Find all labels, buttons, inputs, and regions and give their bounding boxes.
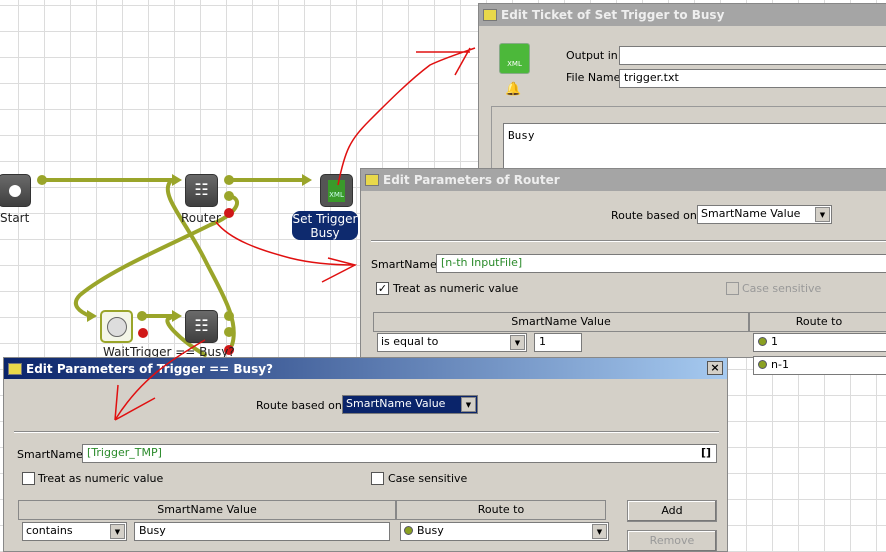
- value-field[interactable]: Busy: [134, 522, 390, 541]
- treat-numeric-label: Treat as numeric value: [393, 282, 519, 295]
- column-header-value: SmartName Value: [18, 500, 396, 520]
- file-name-field[interactable]: trigger.txt: [619, 69, 886, 88]
- case-sensitive-checkbox[interactable]: [726, 282, 739, 295]
- output-in-label: Output in:: [566, 49, 622, 62]
- route-based-on-select[interactable]: SmartName Value ▼: [342, 395, 478, 414]
- set-trigger-node[interactable]: XML: [320, 174, 353, 207]
- column-header-route: Route to: [749, 312, 886, 332]
- route-based-on-label: Route based on:: [256, 399, 346, 412]
- clock-icon: [106, 317, 127, 337]
- operator-select[interactable]: is equal to ▼: [377, 333, 527, 352]
- edit-router-dialog: Edit Parameters of Router Route based on…: [360, 168, 886, 375]
- treat-numeric-label: Treat as numeric value: [38, 472, 164, 485]
- smartname-label: SmartName:: [17, 448, 87, 461]
- connector-dot-icon: [758, 360, 767, 369]
- wait-node[interactable]: [100, 310, 133, 343]
- smartname-picker-button[interactable]: []: [701, 446, 711, 459]
- ticket-titlebar[interactable]: Edit Ticket of Set Trigger to Busy: [479, 4, 886, 26]
- dialog-icon: [8, 362, 22, 375]
- router-node[interactable]: ☷: [185, 174, 218, 207]
- edit-trigger-dialog: Edit Parameters of Trigger == Busy? × Ro…: [3, 357, 728, 552]
- start-node[interactable]: [0, 174, 31, 207]
- output-in-field[interactable]: [619, 46, 886, 65]
- route-based-on-select[interactable]: SmartName Value ▼: [697, 205, 832, 224]
- column-header-route: Route to: [396, 500, 606, 520]
- connector-dot-icon: [404, 526, 413, 535]
- trigger-titlebar[interactable]: Edit Parameters of Trigger == Busy?: [4, 358, 727, 379]
- smartname-field[interactable]: [n-th InputFile]: [436, 254, 886, 273]
- xml-icon: XML: [328, 180, 345, 202]
- router-icon: ☷: [194, 180, 209, 199]
- route-to-select[interactable]: Busy ▼: [400, 522, 609, 541]
- router-label: Router: [181, 211, 221, 225]
- start-label: Start: [0, 211, 30, 225]
- smartname-field[interactable]: [Trigger_TMP][]: [82, 444, 717, 463]
- treat-numeric-checkbox[interactable]: [22, 472, 35, 485]
- chevron-down-icon: ▼: [461, 397, 476, 412]
- column-header-value: SmartName Value: [373, 312, 749, 332]
- route-based-on-label: Route based on:: [611, 209, 701, 222]
- case-sensitive-label: Case sensitive: [742, 282, 822, 295]
- bell-icon: 🔔: [505, 82, 522, 97]
- remove-button[interactable]: Remove: [627, 530, 717, 552]
- route-to-n-1[interactable]: n-1: [753, 356, 886, 375]
- chevron-down-icon: ▼: [815, 207, 830, 222]
- case-sensitive-label: Case sensitive: [388, 472, 468, 485]
- treat-numeric-checkbox[interactable]: ✓: [376, 282, 389, 295]
- router-icon: ☷: [194, 316, 209, 335]
- chevron-down-icon: ▼: [592, 524, 607, 539]
- operator-select[interactable]: contains ▼: [22, 522, 127, 541]
- route-to-1[interactable]: 1: [753, 333, 886, 352]
- set-trigger-label: Set Trigger Busy: [292, 211, 358, 240]
- connector-dot-icon: [758, 337, 767, 346]
- router-titlebar[interactable]: Edit Parameters of Router: [361, 169, 886, 191]
- file-name-label: File Name:: [566, 71, 625, 84]
- value-field[interactable]: 1: [534, 333, 582, 352]
- dialog-icon: [483, 9, 497, 21]
- edit-ticket-dialog: Edit Ticket of Set Trigger to Busy XML 🔔…: [478, 3, 886, 183]
- add-button[interactable]: Add: [627, 500, 717, 522]
- xml-file-icon: XML: [499, 43, 530, 74]
- chevron-down-icon: ▼: [510, 335, 525, 350]
- chevron-down-icon: ▼: [110, 524, 125, 539]
- close-button[interactable]: ×: [707, 361, 723, 375]
- dialog-icon: [365, 174, 379, 186]
- case-sensitive-checkbox[interactable]: [371, 472, 384, 485]
- trigger-busy-node[interactable]: ☷: [185, 310, 218, 343]
- smartname-label: SmartName:: [371, 258, 441, 271]
